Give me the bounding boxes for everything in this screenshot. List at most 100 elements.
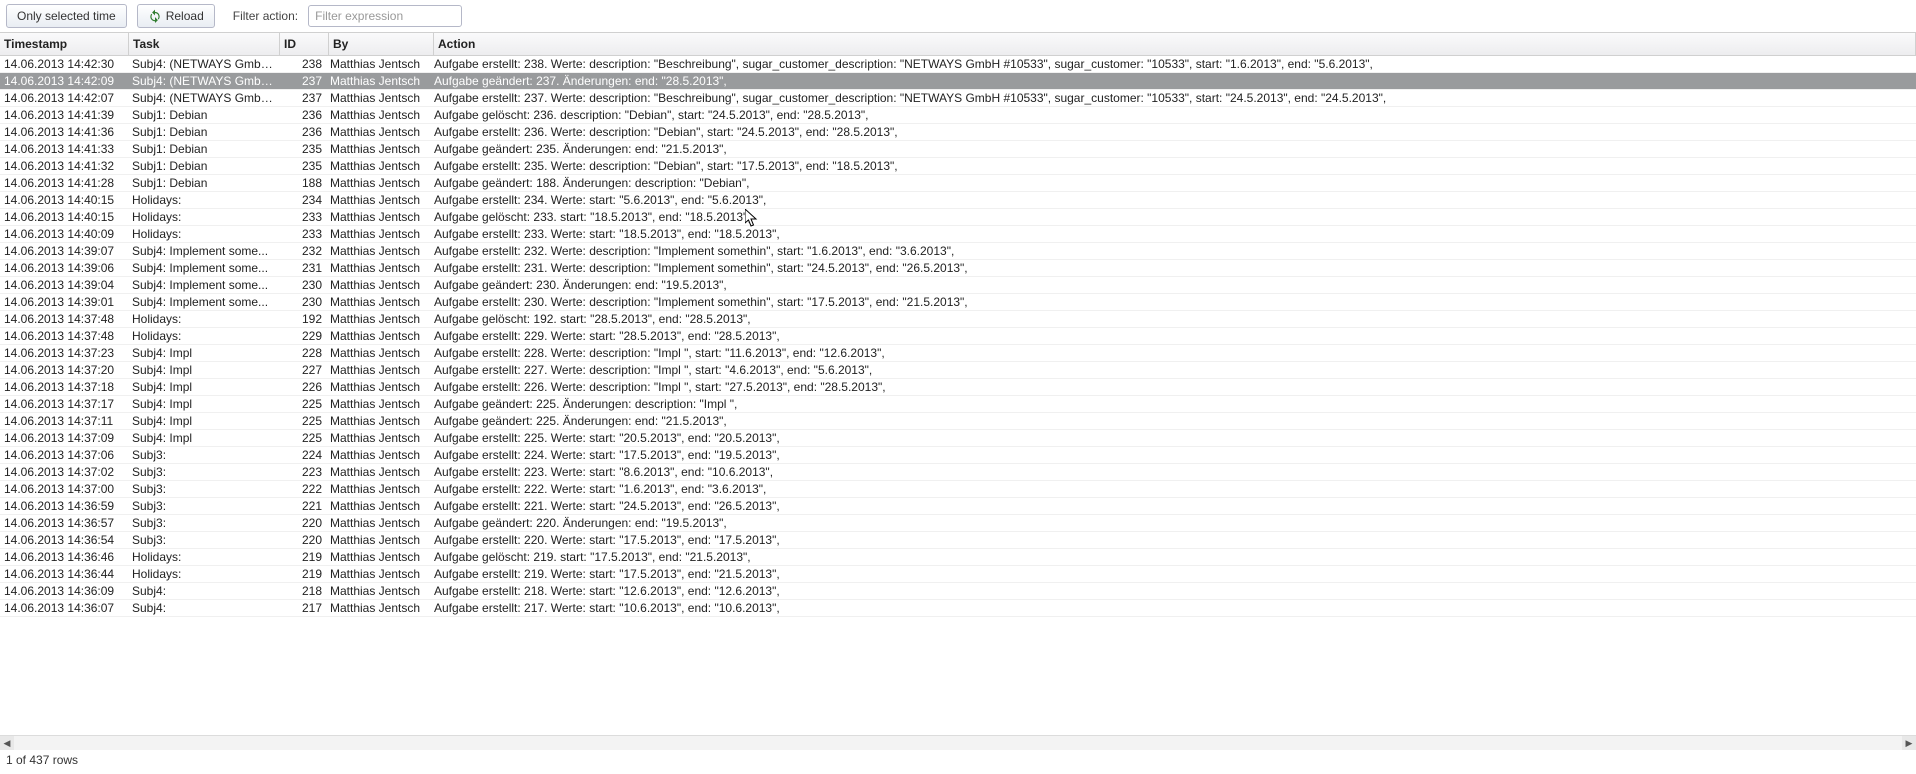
cell-timestamp: 14.06.2013 14:41:36 (0, 124, 128, 140)
table-row[interactable]: 14.06.2013 14:39:07Subj4: Implement some… (0, 243, 1916, 260)
cell-by: Matthias Jentsch (326, 413, 430, 429)
reload-icon (148, 9, 162, 23)
table-row[interactable]: 14.06.2013 14:40:09Holidays:233Matthias … (0, 226, 1916, 243)
grid-body[interactable]: 14.06.2013 14:42:30Subj4: (NETWAYS GmbH.… (0, 56, 1916, 735)
cell-id: 222 (278, 481, 326, 497)
cell-task: Holidays: (128, 209, 278, 225)
cell-action: Aufgabe erstellt: 229. Werte: start: "28… (430, 328, 1916, 344)
reload-label: Reload (166, 8, 204, 24)
toolbar: Only selected time Reload Filter action: (0, 0, 1916, 32)
column-header-by[interactable]: By (329, 33, 434, 55)
cell-action: Aufgabe erstellt: 224. Werte: start: "17… (430, 447, 1916, 463)
cell-id: 231 (278, 260, 326, 276)
cell-timestamp: 14.06.2013 14:40:15 (0, 192, 128, 208)
cell-task: Subj3: (128, 515, 278, 531)
table-row[interactable]: 14.06.2013 14:37:18Subj4: Impl226Matthia… (0, 379, 1916, 396)
column-header-task[interactable]: Task (129, 33, 280, 55)
table-row[interactable]: 14.06.2013 14:37:48Holidays:229Matthias … (0, 328, 1916, 345)
cell-action: Aufgabe erstellt: 234. Werte: start: "5.… (430, 192, 1916, 208)
cell-action: Aufgabe geändert: 237. Änderungen: end: … (430, 73, 1916, 89)
scroll-left-icon[interactable]: ◀ (0, 736, 14, 750)
cell-timestamp: 14.06.2013 14:41:32 (0, 158, 128, 174)
filter-action-input[interactable] (308, 5, 462, 27)
table-row[interactable]: 14.06.2013 14:39:06Subj4: Implement some… (0, 260, 1916, 277)
table-row[interactable]: 14.06.2013 14:37:17Subj4: Impl225Matthia… (0, 396, 1916, 413)
table-row[interactable]: 14.06.2013 14:36:46Holidays:219Matthias … (0, 549, 1916, 566)
cell-timestamp: 14.06.2013 14:37:48 (0, 328, 128, 344)
table-row[interactable]: 14.06.2013 14:41:28Subj1: Debian188Matth… (0, 175, 1916, 192)
scroll-track[interactable] (14, 736, 1902, 750)
cell-task: Subj4: Impl (128, 379, 278, 395)
cell-by: Matthias Jentsch (326, 311, 430, 327)
cell-timestamp: 14.06.2013 14:37:00 (0, 481, 128, 497)
table-row[interactable]: 14.06.2013 14:42:30Subj4: (NETWAYS GmbH.… (0, 56, 1916, 73)
only-selected-time-button[interactable]: Only selected time (6, 4, 127, 28)
table-row[interactable]: 14.06.2013 14:36:09Subj4:218Matthias Jen… (0, 583, 1916, 600)
cell-by: Matthias Jentsch (326, 141, 430, 157)
cell-task: Subj4: Impl (128, 430, 278, 446)
cell-id: 218 (278, 583, 326, 599)
table-row[interactable]: 14.06.2013 14:40:15Holidays:234Matthias … (0, 192, 1916, 209)
table-row[interactable]: 14.06.2013 14:37:11Subj4: Impl225Matthia… (0, 413, 1916, 430)
table-row[interactable]: 14.06.2013 14:37:02Subj3:223Matthias Jen… (0, 464, 1916, 481)
table-row[interactable]: 14.06.2013 14:36:07Subj4:217Matthias Jen… (0, 600, 1916, 617)
table-row[interactable]: 14.06.2013 14:37:20Subj4: Impl227Matthia… (0, 362, 1916, 379)
cell-id: 224 (278, 447, 326, 463)
horizontal-scrollbar[interactable]: ◀ ▶ (0, 735, 1916, 750)
cell-id: 221 (278, 498, 326, 514)
cell-id: 225 (278, 396, 326, 412)
table-row[interactable]: 14.06.2013 14:41:32Subj1: Debian235Matth… (0, 158, 1916, 175)
table-row[interactable]: 14.06.2013 14:42:07Subj4: (NETWAYS GmbH.… (0, 90, 1916, 107)
cell-id: 238 (278, 56, 326, 72)
column-header-action[interactable]: Action (434, 33, 1916, 55)
reload-button[interactable]: Reload (137, 4, 215, 28)
cell-id: 234 (278, 192, 326, 208)
cell-timestamp: 14.06.2013 14:37:18 (0, 379, 128, 395)
table-row[interactable]: 14.06.2013 14:37:48Holidays:192Matthias … (0, 311, 1916, 328)
cell-id: 223 (278, 464, 326, 480)
table-row[interactable]: 14.06.2013 14:36:57Subj3:220Matthias Jen… (0, 515, 1916, 532)
cell-id: 236 (278, 107, 326, 123)
table-row[interactable]: 14.06.2013 14:39:04Subj4: Implement some… (0, 277, 1916, 294)
table-row[interactable]: 14.06.2013 14:39:01Subj4: Implement some… (0, 294, 1916, 311)
cell-task: Subj4: (128, 600, 278, 616)
table-row[interactable]: 14.06.2013 14:42:09Subj4: (NETWAYS GmbH.… (0, 73, 1916, 90)
cell-timestamp: 14.06.2013 14:41:33 (0, 141, 128, 157)
cell-by: Matthias Jentsch (326, 158, 430, 174)
table-row[interactable]: 14.06.2013 14:41:36Subj1: Debian236Matth… (0, 124, 1916, 141)
cell-id: 217 (278, 600, 326, 616)
cell-by: Matthias Jentsch (326, 379, 430, 395)
status-bar: 1 of 437 rows (0, 750, 1916, 770)
cell-timestamp: 14.06.2013 14:37:11 (0, 413, 128, 429)
cell-task: Subj4: Implement some... (128, 243, 278, 259)
table-row[interactable]: 14.06.2013 14:37:23Subj4: Impl228Matthia… (0, 345, 1916, 362)
cell-action: Aufgabe erstellt: 221. Werte: start: "24… (430, 498, 1916, 514)
cell-task: Subj3: (128, 447, 278, 463)
column-header-timestamp[interactable]: Timestamp (0, 33, 129, 55)
table-row[interactable]: 14.06.2013 14:40:15Holidays:233Matthias … (0, 209, 1916, 226)
cell-task: Subj4: (NETWAYS GmbH... (128, 56, 278, 72)
cell-id: 226 (278, 379, 326, 395)
cell-by: Matthias Jentsch (326, 277, 430, 293)
cell-action: Aufgabe geändert: 225. Änderungen: descr… (430, 396, 1916, 412)
table-row[interactable]: 14.06.2013 14:37:00Subj3:222Matthias Jen… (0, 481, 1916, 498)
cell-timestamp: 14.06.2013 14:41:28 (0, 175, 128, 191)
cell-task: Holidays: (128, 549, 278, 565)
table-row[interactable]: 14.06.2013 14:36:44Holidays:219Matthias … (0, 566, 1916, 583)
table-row[interactable]: 14.06.2013 14:41:33Subj1: Debian235Matth… (0, 141, 1916, 158)
table-row[interactable]: 14.06.2013 14:36:54Subj3:220Matthias Jen… (0, 532, 1916, 549)
cell-id: 235 (278, 141, 326, 157)
column-header-id[interactable]: ID (280, 33, 329, 55)
table-row[interactable]: 14.06.2013 14:37:06Subj3:224Matthias Jen… (0, 447, 1916, 464)
table-row[interactable]: 14.06.2013 14:37:09Subj4: Impl225Matthia… (0, 430, 1916, 447)
cell-action: Aufgabe geändert: 235. Änderungen: end: … (430, 141, 1916, 157)
cell-id: 230 (278, 294, 326, 310)
table-row[interactable]: 14.06.2013 14:36:59Subj3:221Matthias Jen… (0, 498, 1916, 515)
cell-action: Aufgabe gelöscht: 219. start: "17.5.2013… (430, 549, 1916, 565)
cell-task: Holidays: (128, 311, 278, 327)
table-row[interactable]: 14.06.2013 14:41:39Subj1: Debian236Matth… (0, 107, 1916, 124)
cell-action: Aufgabe erstellt: 219. Werte: start: "17… (430, 566, 1916, 582)
scroll-right-icon[interactable]: ▶ (1902, 736, 1916, 750)
cell-task: Subj3: (128, 464, 278, 480)
cell-task: Subj1: Debian (128, 158, 278, 174)
